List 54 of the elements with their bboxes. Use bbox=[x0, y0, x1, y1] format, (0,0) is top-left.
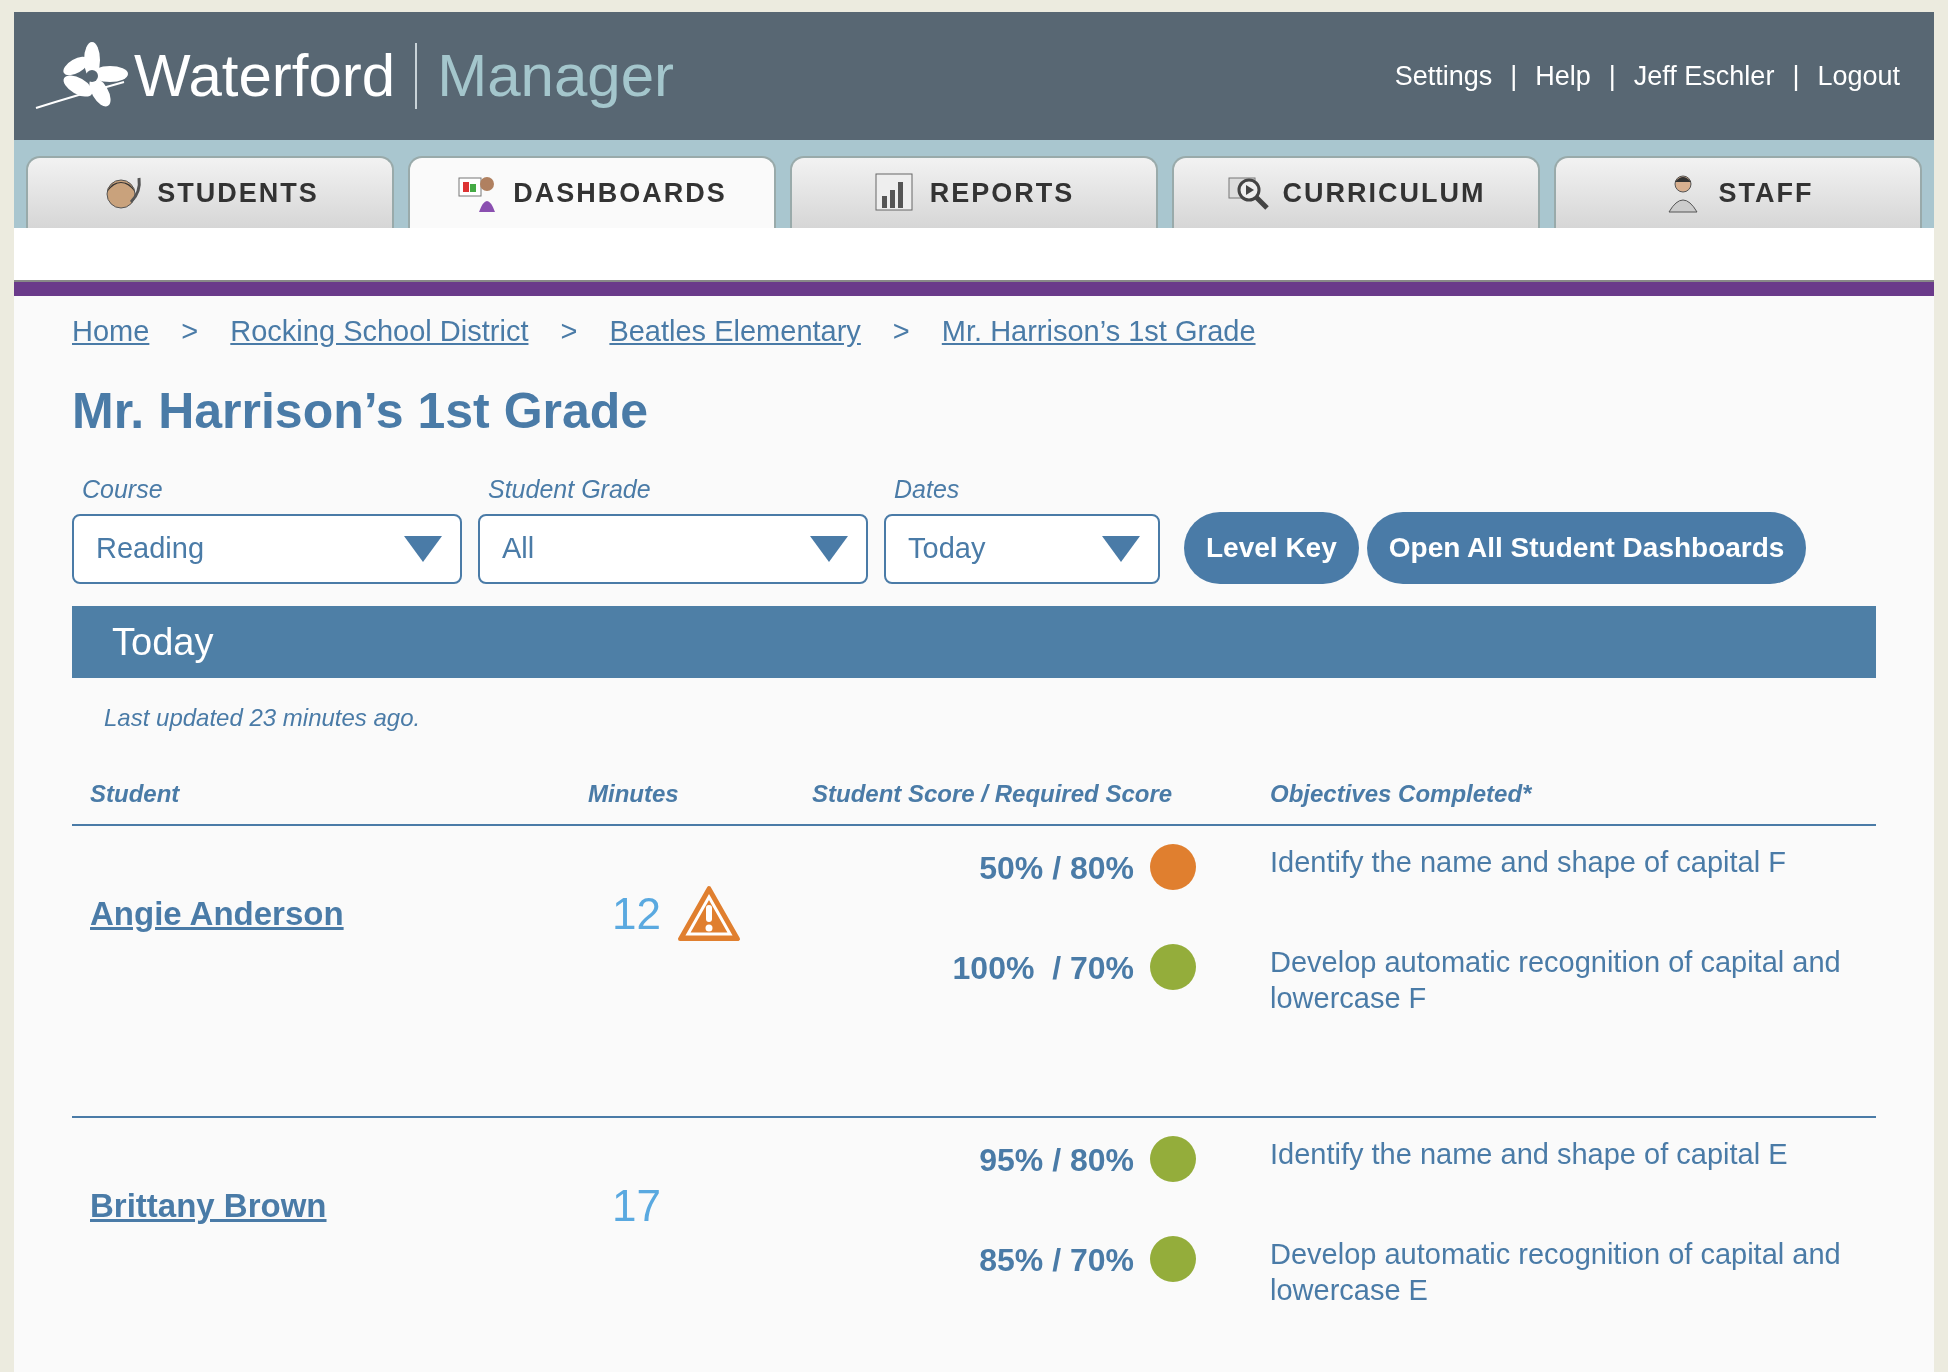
header-link[interactable]: Settings bbox=[1394, 55, 1493, 97]
column-header: Student Score / Required Score bbox=[812, 780, 1173, 807]
section-header: Today bbox=[72, 606, 1876, 678]
objective-text: Identify the name and shape of capital F bbox=[1270, 845, 1787, 880]
action-button[interactable]: Level Key bbox=[1184, 512, 1359, 584]
header-link[interactable]: Logout bbox=[1817, 55, 1900, 97]
column-header: Minutes bbox=[588, 780, 679, 807]
dropdown-field[interactable]: All bbox=[478, 514, 868, 584]
flower-logo-icon bbox=[34, 40, 130, 112]
student-link[interactable]: Brittany Brown bbox=[90, 1181, 327, 1231]
objective-text: Identify the name and shape of capital E bbox=[1270, 1137, 1789, 1172]
dropdown-field[interactable]: Today bbox=[884, 514, 1160, 584]
filter-label: Dates bbox=[894, 473, 961, 505]
score-text: 50% / 80% bbox=[979, 849, 1134, 888]
objective-text: Develop automatic recognition of capital and lowercase F bbox=[1270, 945, 1842, 1017]
filter-label: Course bbox=[82, 473, 164, 505]
breadcrumb-separator: > bbox=[181, 314, 199, 349]
dropdown-arrow-icon bbox=[404, 536, 442, 562]
dropdown-field[interactable]: Reading bbox=[72, 514, 462, 584]
breadcrumb-link[interactable]: Beatles Elementary bbox=[609, 310, 861, 354]
score-text: 95% / 80% bbox=[979, 1141, 1134, 1180]
last-updated-text: Last updated 23 minutes ago. bbox=[103, 703, 422, 733]
header-link[interactable]: Jeff Eschler bbox=[1633, 55, 1775, 97]
action-button[interactable]: Open All Student Dashboards bbox=[1366, 512, 1807, 584]
breadcrumb-link[interactable]: Home bbox=[72, 310, 150, 354]
dropdown-arrow-icon bbox=[1102, 536, 1140, 562]
page-title: Mr. Harrison’s 1st Grade bbox=[72, 381, 650, 441]
dropdown-arrow-icon bbox=[810, 536, 848, 562]
breadcrumb-link[interactable]: Rocking School District bbox=[230, 310, 529, 354]
column-header: Objectives Completed* bbox=[1270, 780, 1532, 807]
header-link[interactable]: Help bbox=[1535, 55, 1591, 97]
filter-label: Student Grade bbox=[488, 473, 652, 505]
logo-text: Waterford bbox=[134, 46, 396, 106]
nav-tab[interactable]: DASHBOARDS bbox=[408, 156, 776, 228]
nav-tab[interactable]: STAFF bbox=[1554, 156, 1922, 228]
score-text: 85% / 70% bbox=[979, 1241, 1134, 1280]
objective-text: Develop automatic recognition of capital and lowercase E bbox=[1270, 1237, 1842, 1309]
student-link[interactable]: Angie Anderson bbox=[90, 889, 344, 939]
nav-tab[interactable]: STUDENTS bbox=[26, 156, 394, 228]
reports-tab-icon bbox=[873, 172, 916, 214]
breadcrumb-link[interactable]: Mr. Harrison’s 1st Grade bbox=[941, 310, 1256, 354]
warning-icon bbox=[676, 885, 741, 943]
minutes-value: 17 bbox=[612, 1180, 661, 1232]
breadcrumb-separator: > bbox=[892, 314, 910, 349]
column-header: Student bbox=[90, 780, 180, 807]
nav-separator: | bbox=[1510, 59, 1518, 93]
breadcrumb-separator: > bbox=[560, 314, 578, 349]
product-name: Manager bbox=[437, 46, 674, 106]
nav-separator: | bbox=[1608, 59, 1616, 93]
minutes-value: 12 bbox=[612, 888, 661, 940]
nav-tab[interactable]: CURRICULUM bbox=[1172, 156, 1540, 228]
nav-tab[interactable]: REPORTS bbox=[790, 156, 1158, 228]
score-text: 100% / 70% bbox=[952, 949, 1134, 988]
nav-separator: | bbox=[1792, 59, 1800, 93]
